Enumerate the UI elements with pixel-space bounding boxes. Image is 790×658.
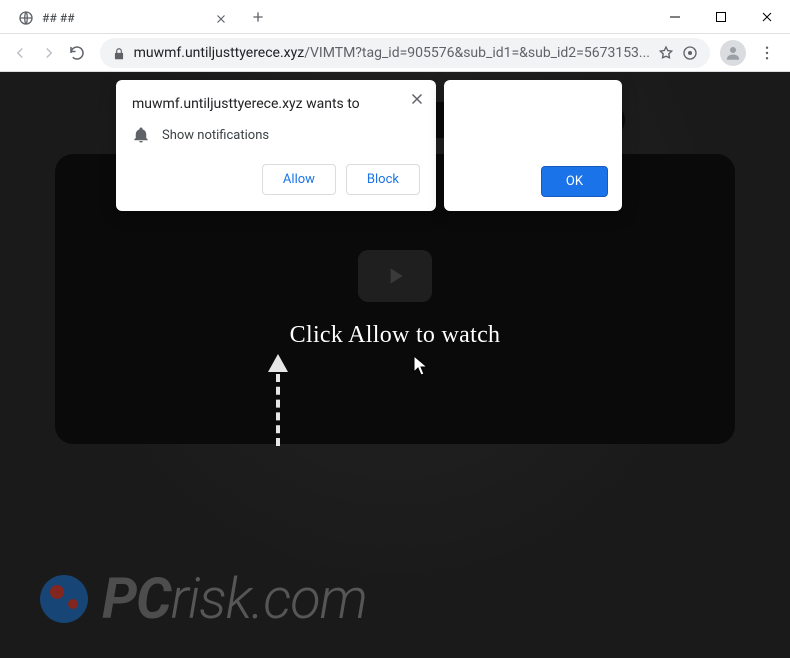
address-bar[interactable]: muwmf.untiljusttyerece.xyz/VIMTM?tag_id=… xyxy=(100,38,710,68)
permission-request-label: Show notifications xyxy=(162,128,269,143)
bell-icon xyxy=(132,126,150,144)
window-close-button[interactable] xyxy=(744,0,790,34)
cta-text: Click Allow to watch xyxy=(290,322,501,349)
permission-request-row: Show notifications xyxy=(132,126,420,144)
minimize-button[interactable] xyxy=(652,0,698,34)
watermark-rest: risk.com xyxy=(171,566,367,632)
profile-avatar[interactable] xyxy=(720,40,746,66)
url-host: muwmf.untiljusttyerece.xyz xyxy=(134,45,305,61)
badge-icon xyxy=(682,45,698,61)
reload-button[interactable] xyxy=(65,38,90,68)
window-titlebar: ## ## xyxy=(0,0,790,34)
url-path: /VIMTM?tag_id=905576&sub_id1=&sub_id2=56… xyxy=(304,45,650,61)
new-tab-button[interactable] xyxy=(244,3,272,31)
allow-button[interactable]: Allow xyxy=(262,164,336,195)
bookmark-star-icon[interactable] xyxy=(658,45,674,61)
tab-strip: ## ## xyxy=(0,0,652,33)
browser-toolbar: muwmf.untiljusttyerece.xyz/VIMTM?tag_id=… xyxy=(0,34,790,72)
permission-dialog: muwmf.untiljusttyerece.xyz wants to Show… xyxy=(116,80,436,211)
back-button[interactable] xyxy=(8,38,33,68)
watermark-logo-icon xyxy=(40,575,88,623)
window-controls xyxy=(652,0,790,33)
confirm-dialog: OK xyxy=(444,80,622,211)
watermark: PCrisk.com xyxy=(40,566,367,632)
ok-button[interactable]: OK xyxy=(541,166,608,197)
permission-close-button[interactable] xyxy=(408,90,426,108)
block-button[interactable]: Block xyxy=(346,164,420,195)
page-viewport: Click Allow to watch PCrisk.com muwmf.un… xyxy=(0,72,790,658)
arrow-head-icon xyxy=(268,354,288,372)
permission-actions: Allow Block xyxy=(132,164,420,195)
tab-close-icon[interactable] xyxy=(214,11,228,25)
mouse-cursor-icon xyxy=(413,355,429,377)
globe-icon xyxy=(18,10,34,26)
browser-menu-button[interactable] xyxy=(752,38,782,68)
forward-button[interactable] xyxy=(37,38,62,68)
maximize-button[interactable] xyxy=(698,0,744,34)
arrow-up-indicator xyxy=(268,354,288,446)
toolbar-right xyxy=(720,38,782,68)
watermark-prefix: PC xyxy=(102,566,171,632)
play-icon xyxy=(382,263,408,289)
permission-title: muwmf.untiljusttyerece.xyz wants to xyxy=(132,96,420,112)
lock-icon xyxy=(112,46,126,60)
arrow-shaft xyxy=(276,374,280,446)
tab-title: ## ## xyxy=(42,11,206,25)
play-button[interactable] xyxy=(358,250,432,302)
watermark-text: PCrisk.com xyxy=(102,566,367,632)
url-text: muwmf.untiljusttyerece.xyz/VIMTM?tag_id=… xyxy=(134,45,650,61)
browser-tab[interactable]: ## ## xyxy=(8,3,238,33)
